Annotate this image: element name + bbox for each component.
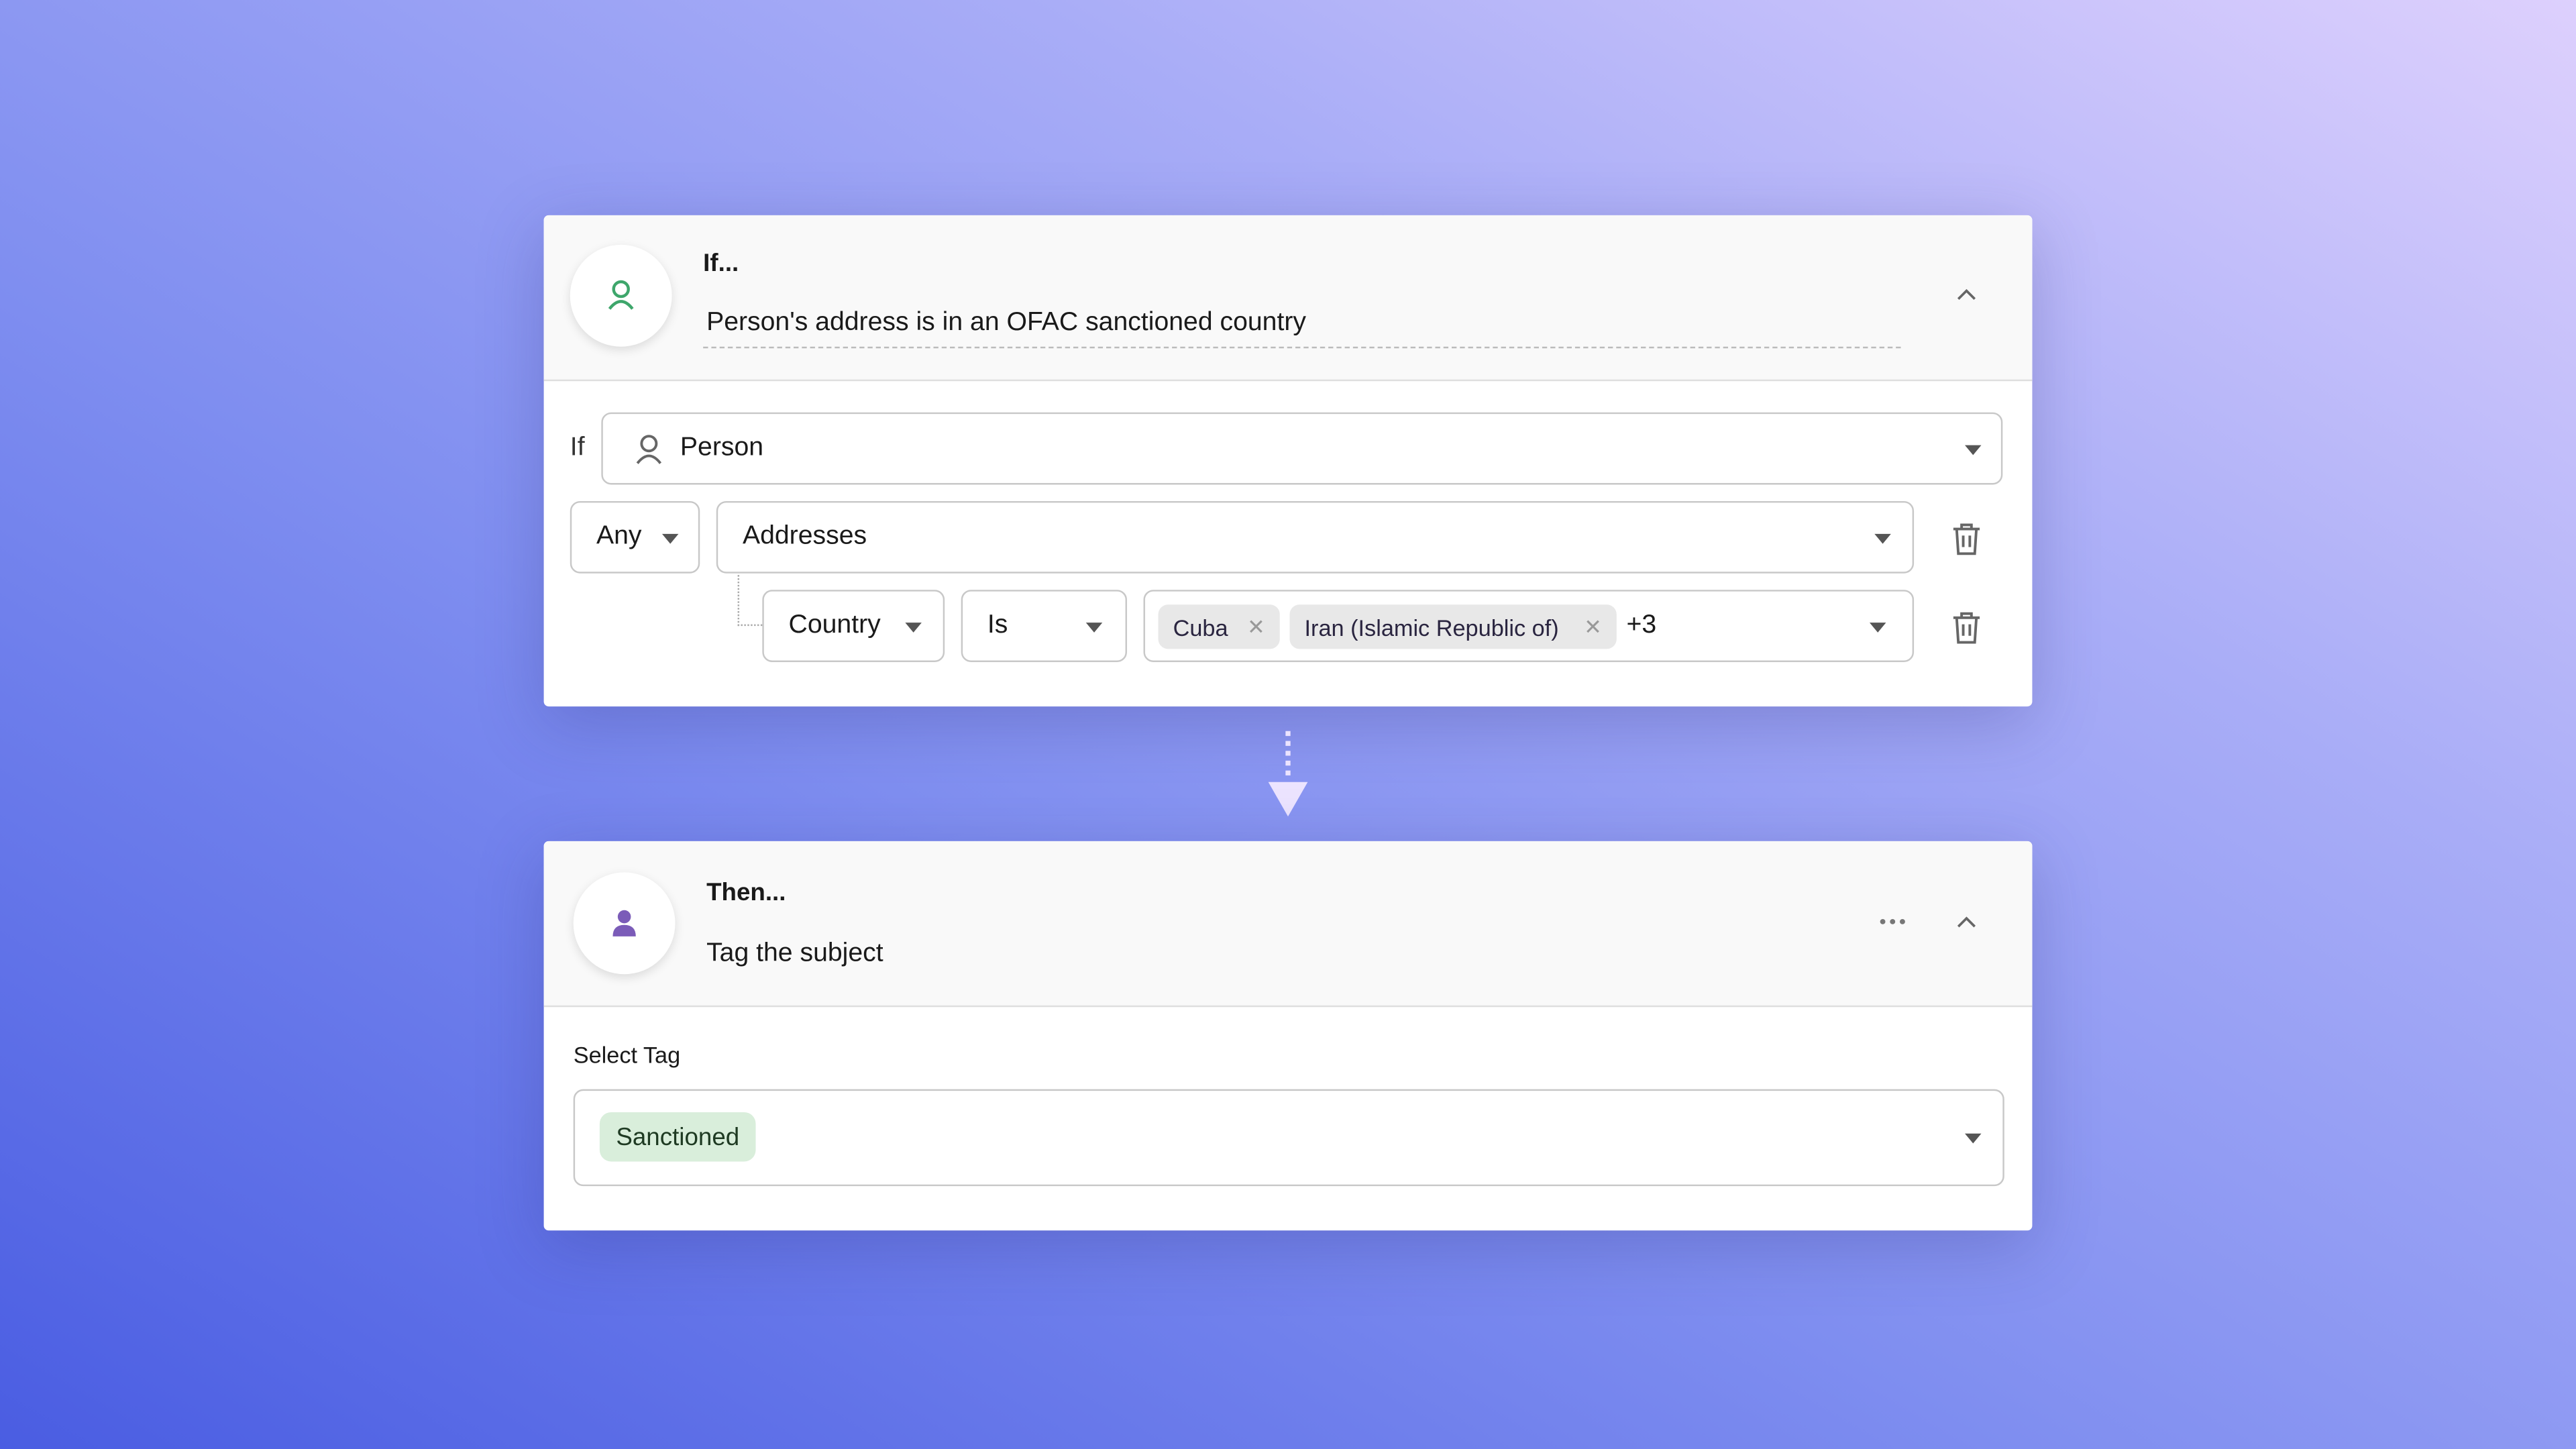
quantifier-value: Any	[596, 522, 642, 551]
remove-chip-icon[interactable]: ✕	[1584, 614, 1602, 640]
operator-value: Is	[987, 611, 1008, 639]
subject-value: Person	[680, 433, 764, 462]
caret-down-icon	[1965, 445, 1982, 455]
more-options-icon[interactable]	[1880, 918, 1906, 925]
subject-select[interactable]: Person	[601, 412, 2003, 485]
values-multiselect[interactable]: Cuba ✕ Iran (Islamic Republic of) ✕ +3	[1143, 590, 1915, 662]
caret-down-icon	[1965, 1133, 1982, 1144]
value-chip: Cuba ✕	[1158, 604, 1280, 649]
action-description: Tag the subject	[706, 939, 883, 968]
if-label: If	[570, 433, 585, 462]
flow-arrow-icon	[1268, 731, 1308, 817]
chip-label: Iran (Islamic Republic of)	[1304, 613, 1559, 640]
value-chip: Iran (Islamic Republic of) ✕	[1289, 604, 1617, 649]
more-values-count[interactable]: +3	[1627, 611, 1657, 641]
if-condition-card: If... Person's address is in an OFAC san…	[543, 215, 2033, 707]
then-card-header: Then... Tag the subject	[543, 841, 2033, 1008]
collection-select[interactable]: Addresses	[716, 500, 1915, 574]
field-select[interactable]: Country	[762, 590, 945, 662]
collection-value: Addresses	[742, 522, 867, 551]
select-tag-label: Select Tag	[573, 1041, 681, 1068]
tag-chip-sanctioned: Sanctioned	[599, 1112, 756, 1162]
then-card-title: Then...	[706, 879, 786, 907]
delete-condition-trash-icon[interactable]	[1951, 523, 1981, 555]
person-filled-icon	[612, 910, 636, 936]
person-outline-icon	[608, 280, 634, 310]
operator-select[interactable]: Is	[961, 590, 1128, 662]
if-avatar	[570, 244, 672, 347]
then-avatar	[573, 872, 676, 975]
then-action-card: Then... Tag the subject Select Tag Sanct…	[543, 841, 2033, 1231]
if-card-title: If...	[703, 250, 739, 278]
nest-connector	[737, 575, 763, 627]
quantifier-select[interactable]: Any	[570, 500, 700, 574]
description-underline	[703, 346, 1901, 349]
caret-down-icon	[1869, 623, 1886, 633]
chip-label: Cuba	[1173, 613, 1228, 640]
tag-select[interactable]: Sanctioned	[573, 1089, 2004, 1187]
if-card-header: If... Person's address is in an OFAC san…	[543, 215, 2033, 382]
field-value: Country	[788, 611, 881, 639]
collapse-chevron-icon[interactable]	[1957, 915, 1976, 928]
collapse-chevron-icon[interactable]	[1957, 288, 1976, 301]
tag-label: Sanctioned	[616, 1122, 740, 1151]
caret-down-icon	[905, 623, 922, 633]
person-icon	[636, 435, 662, 464]
delete-subcondition-trash-icon[interactable]	[1951, 611, 1981, 644]
remove-chip-icon[interactable]: ✕	[1247, 614, 1265, 640]
caret-down-icon	[1874, 533, 1891, 544]
caret-down-icon	[661, 533, 679, 544]
rule-description[interactable]: Person's address is in an OFAC sanctione…	[706, 309, 1306, 338]
caret-down-icon	[1085, 623, 1103, 633]
